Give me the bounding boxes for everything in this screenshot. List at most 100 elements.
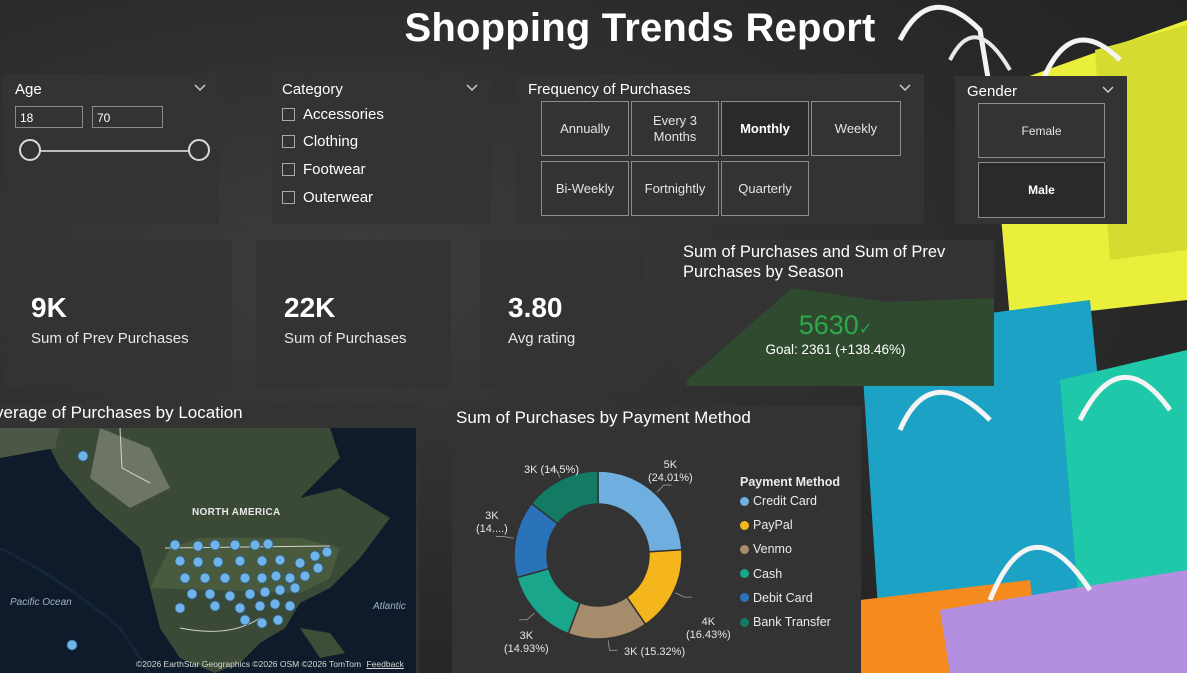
age-slicer[interactable]: Age 18 70	[3, 74, 219, 224]
location-bubble[interactable]	[209, 539, 221, 551]
legend-label: Credit Card	[753, 494, 817, 508]
legend-marker	[740, 496, 749, 506]
map-attribution-text: ©2026 EarthStar Geographics ©2026 OSM ©2…	[136, 659, 362, 669]
legend-item-bank-transfer[interactable]: Bank Transfer	[740, 615, 831, 629]
location-bubble[interactable]	[259, 586, 271, 598]
slice-value-label: 3K	[485, 510, 499, 522]
location-bubble[interactable]	[169, 539, 181, 551]
location-bubble[interactable]	[284, 600, 296, 612]
age-min-handle[interactable]	[19, 139, 41, 161]
location-bubble[interactable]	[256, 555, 268, 567]
location-bubble[interactable]	[204, 588, 216, 600]
location-map-visual[interactable]: Average of Purchases by Location NORTH A…	[0, 403, 419, 673]
chevron-down-icon[interactable]	[465, 81, 479, 95]
legend-item-paypal[interactable]: PayPal	[740, 518, 793, 532]
location-bubble[interactable]	[174, 602, 186, 614]
gender-tile-female[interactable]: Female	[978, 103, 1105, 158]
location-bubble[interactable]	[234, 602, 246, 614]
location-bubble[interactable]	[239, 614, 251, 626]
location-bubble[interactable]	[269, 598, 281, 610]
location-bubble[interactable]	[239, 572, 251, 584]
frequency-tile-weekly[interactable]: Weekly	[811, 101, 901, 156]
map-title-text: Average of Purchases by Location	[0, 403, 243, 422]
location-bubble[interactable]	[66, 639, 78, 651]
location-bubble[interactable]	[77, 450, 89, 462]
map-title: Average of Purchases by Location	[0, 403, 243, 423]
location-bubble[interactable]	[209, 600, 221, 612]
location-bubble[interactable]	[229, 539, 241, 551]
location-bubble[interactable]	[224, 590, 236, 602]
location-bubble[interactable]	[274, 584, 286, 596]
category-option-clothing[interactable]: Clothing	[282, 131, 358, 151]
legend-marker	[740, 593, 749, 603]
location-bubble[interactable]	[321, 546, 333, 558]
category-option-footwear[interactable]: Footwear	[282, 159, 366, 179]
payment-method-visual[interactable]: Sum of Purchases by Payment Method 5K (24…	[452, 406, 861, 673]
chevron-down-icon[interactable]	[1101, 83, 1115, 97]
kpi-label: Sum of Purchases	[284, 330, 407, 347]
location-bubble[interactable]	[254, 600, 266, 612]
location-bubble[interactable]	[284, 572, 296, 584]
frequency-slicer[interactable]: Frequency of Purchases Annually Every 3 …	[516, 74, 924, 224]
location-bubble[interactable]	[289, 582, 301, 594]
frequency-tile-monthly[interactable]: Monthly	[721, 101, 809, 156]
location-bubble[interactable]	[256, 572, 268, 584]
location-bubble[interactable]	[309, 550, 321, 562]
kpi-label: Sum of Prev Purchases	[31, 330, 189, 347]
frequency-tile-every-3-months[interactable]: Every 3 Months	[631, 101, 719, 156]
legend-item-debit-card[interactable]: Debit Card	[740, 591, 813, 605]
location-bubble[interactable]	[256, 617, 268, 629]
checkbox[interactable]	[282, 162, 295, 176]
location-bubble[interactable]	[179, 572, 191, 584]
gender-slicer-label: Gender	[967, 83, 1018, 100]
location-bubble[interactable]	[270, 570, 282, 582]
legend-item-credit-card[interactable]: Credit Card	[740, 494, 817, 508]
season-kpi-visual[interactable]: Sum of Purchases and Sum of Prev Purchas…	[677, 240, 994, 386]
donut-slice-cash[interactable]	[516, 567, 581, 635]
slice-label: 3K (14.93%)	[504, 630, 549, 656]
slice-percent-label: (16.43%)	[686, 629, 731, 641]
location-bubble[interactable]	[312, 562, 324, 574]
location-bubble[interactable]	[272, 614, 284, 626]
season-kpi-title: Sum of Purchases and Sum of Prev Purchas…	[683, 243, 946, 281]
location-bubble[interactable]	[212, 556, 224, 568]
location-bubble[interactable]	[244, 588, 256, 600]
location-bubble[interactable]	[262, 538, 274, 550]
frequency-tile-annually[interactable]: Annually	[541, 101, 629, 156]
location-bubble[interactable]	[199, 572, 211, 584]
legend-item-venmo[interactable]: Venmo	[740, 542, 792, 556]
location-bubble[interactable]	[219, 572, 231, 584]
frequency-tile-quarterly[interactable]: Quarterly	[721, 161, 809, 216]
category-slicer[interactable]: Category Accessories Clothing Footwear O…	[272, 74, 491, 224]
slice-percent-label: (14.93%)	[504, 643, 549, 655]
checkbox[interactable]	[282, 134, 295, 148]
age-max-input[interactable]: 70	[92, 106, 163, 128]
location-bubble[interactable]	[174, 555, 186, 567]
location-bubble[interactable]	[186, 588, 198, 600]
location-bubble[interactable]	[299, 570, 311, 582]
location-bubble[interactable]	[249, 539, 261, 551]
checkbox[interactable]	[282, 107, 295, 121]
gender-tile-male[interactable]: Male	[978, 162, 1105, 218]
location-bubble[interactable]	[234, 555, 246, 567]
legend-item-cash[interactable]: Cash	[740, 567, 782, 581]
map-feedback-link[interactable]: Feedback	[366, 659, 403, 669]
frequency-tile-bi-weekly[interactable]: Bi-Weekly	[541, 161, 629, 216]
location-bubble[interactable]	[294, 557, 306, 569]
category-option-outerwear[interactable]: Outerwear	[282, 187, 373, 207]
gender-slicer[interactable]: Gender Female Male	[955, 76, 1127, 224]
age-range-track[interactable]	[31, 150, 201, 152]
checkbox[interactable]	[282, 190, 295, 204]
location-bubbles[interactable]	[0, 428, 416, 673]
age-min-input[interactable]: 18	[15, 106, 83, 128]
chevron-down-icon[interactable]	[898, 81, 912, 95]
location-bubble[interactable]	[192, 556, 204, 568]
category-option-accessories[interactable]: Accessories	[282, 104, 384, 124]
location-bubble[interactable]	[274, 554, 286, 566]
age-max-handle[interactable]	[188, 139, 210, 161]
frequency-tile-fortnightly[interactable]: Fortnightly	[631, 161, 719, 216]
kpi-value: 9K	[31, 292, 67, 323]
location-bubble[interactable]	[192, 540, 204, 552]
chevron-down-icon[interactable]	[193, 81, 207, 95]
category-slicer-label: Category	[282, 81, 343, 98]
